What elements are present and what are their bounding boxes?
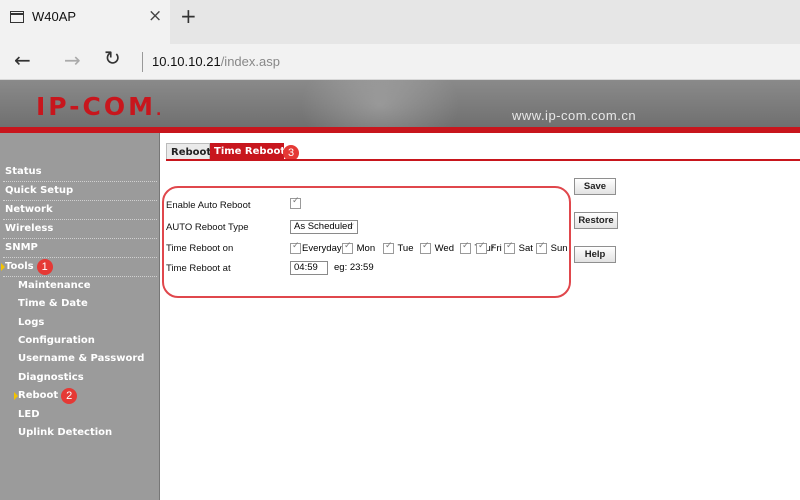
- sidebar-item-time-date[interactable]: Time & Date: [0, 295, 160, 313]
- address-bar: ← → ↻ 10.10.10.21/index.asp: [0, 44, 800, 80]
- tab-underline: [166, 159, 800, 161]
- sidebar-item-label: Configuration: [18, 335, 95, 346]
- sidebar-item-label: Wireless: [5, 223, 54, 234]
- back-icon[interactable]: ←: [14, 48, 31, 72]
- forward-icon[interactable]: →: [64, 48, 81, 72]
- sidebar-item-network[interactable]: Network: [0, 201, 160, 220]
- sidebar-item-username-password[interactable]: Username & Password: [0, 350, 160, 368]
- tab-reboot[interactable]: Reboot: [166, 143, 211, 160]
- sidebar-item-label: Time & Date: [18, 298, 88, 309]
- day-label: Sun: [548, 243, 568, 255]
- sidebar-item-label: Logs: [18, 317, 45, 328]
- sidebar-item-wireless[interactable]: Wireless: [0, 220, 160, 239]
- day-sun[interactable]: Sun: [536, 241, 568, 255]
- sidebar-item-label: Quick Setup: [5, 185, 74, 196]
- sidebar-item-label: SNMP: [5, 242, 38, 253]
- window-icon: [10, 11, 24, 23]
- sidebar-item-reboot[interactable]: Reboot 2: [0, 387, 160, 405]
- browser-tabstrip: W40AP × +: [0, 0, 800, 44]
- arrow-right-icon: [14, 392, 18, 400]
- sidebar-item-tools[interactable]: Tools 1: [0, 258, 160, 277]
- sidebar-item-label: LED: [18, 409, 40, 420]
- checkbox[interactable]: [536, 241, 547, 254]
- help-button[interactable]: Help: [574, 246, 616, 263]
- tab-close-icon[interactable]: ×: [148, 6, 162, 26]
- brand-logo: IP-COM: [36, 92, 164, 121]
- sidebar-item-label: Status: [5, 166, 42, 177]
- banner-decoration: [300, 80, 460, 130]
- sidebar-item-diagnostics[interactable]: Diagnostics: [0, 369, 160, 387]
- browser-tab[interactable]: W40AP ×: [0, 0, 170, 44]
- sidebar-item-label: Network: [5, 204, 53, 215]
- new-tab-icon[interactable]: +: [180, 4, 197, 28]
- tab-time-reboot[interactable]: Time Reboot: [210, 143, 285, 160]
- sidebar-item-label: Reboot: [18, 390, 59, 401]
- sidebar-item-maintenance[interactable]: Maintenance: [0, 277, 160, 295]
- sidebar-item-label: Uplink Detection: [18, 427, 113, 438]
- save-button[interactable]: Save: [574, 178, 616, 195]
- step-badge: 1: [36, 259, 53, 275]
- sidebar-item-label: Diagnostics: [18, 372, 84, 383]
- url-host: 10.10.10.21: [152, 54, 221, 69]
- sidebar-item-label: Tools: [5, 261, 34, 272]
- sidebar: Status Quick Setup Network Wireless SNMP…: [0, 133, 160, 500]
- sidebar-item-label: Username & Password: [18, 353, 145, 364]
- address-separator: [142, 52, 143, 72]
- sidebar-item-logs[interactable]: Logs: [0, 314, 160, 332]
- sidebar-item-configuration[interactable]: Configuration: [0, 332, 160, 350]
- sidebar-item-led[interactable]: LED: [0, 406, 160, 424]
- sidebar-item-status[interactable]: Status: [0, 163, 160, 182]
- sidebar-item-snmp[interactable]: SNMP: [0, 239, 160, 258]
- arrow-right-icon: [1, 263, 5, 271]
- sidebar-item-quick-setup[interactable]: Quick Setup: [0, 182, 160, 201]
- step-badge: 2: [61, 388, 78, 404]
- url-path: /index.asp: [220, 54, 280, 69]
- refresh-icon[interactable]: ↻: [104, 46, 121, 70]
- site-url: www.ip-com.com.cn: [512, 108, 637, 123]
- header-banner: IP-COM www.ip-com.com.cn: [0, 80, 800, 130]
- sidebar-item-label: Maintenance: [18, 280, 91, 291]
- url-field[interactable]: 10.10.10.21/index.asp: [152, 54, 280, 69]
- tab-title: W40AP: [32, 9, 77, 24]
- sidebar-item-uplink-detection[interactable]: Uplink Detection: [0, 424, 160, 442]
- restore-button[interactable]: Restore: [574, 212, 618, 229]
- highlight-annotation: [162, 186, 571, 298]
